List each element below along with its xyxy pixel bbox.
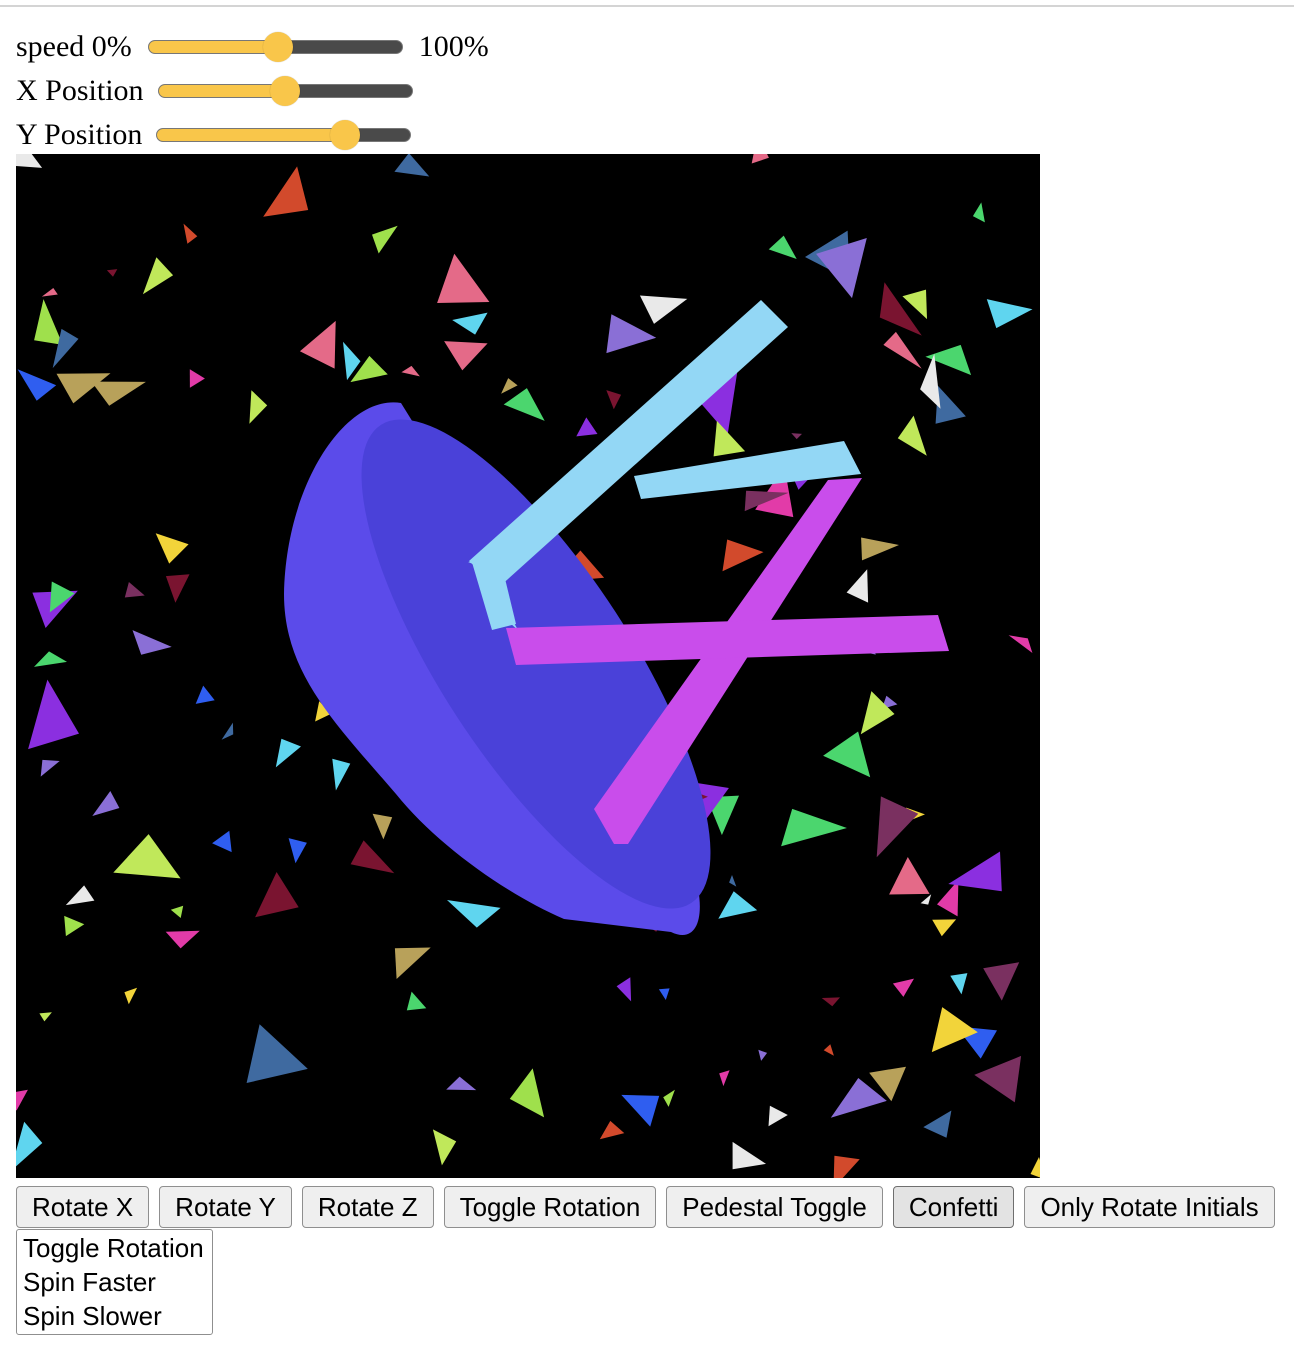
speed-slider-fill [148, 41, 278, 53]
pedestal-toggle-button[interactable]: Pedestal Toggle [666, 1186, 883, 1228]
speed-slider-thumb[interactable] [262, 32, 293, 62]
y-position-slider[interactable] [156, 120, 412, 150]
speed-label: speed 0% [16, 30, 132, 63]
top-divider [0, 5, 1294, 7]
listbox-option-spin-faster[interactable]: Spin Faster [23, 1266, 206, 1300]
y-position-slider-fill [157, 129, 345, 141]
webgl-canvas[interactable] [16, 154, 1040, 1178]
x-position-label: X Position [16, 74, 144, 107]
x-position-control: X Position [16, 71, 413, 111]
speed-control: speed 0% 100% [16, 27, 489, 67]
y-position-label: Y Position [16, 118, 143, 151]
toggle-rotation-button[interactable]: Toggle Rotation [443, 1186, 657, 1228]
x-position-slider-fill [158, 85, 286, 97]
confetti-button[interactable]: Confetti [892, 1186, 1015, 1228]
y-position-control: Y Position [16, 115, 412, 155]
x-position-slider[interactable] [157, 76, 413, 106]
x-position-slider-thumb[interactable] [270, 76, 301, 106]
action-listbox[interactable]: Toggle Rotation Spin Faster Spin Slower [16, 1229, 213, 1335]
rotate-x-button[interactable]: Rotate X [16, 1186, 150, 1228]
y-position-slider-thumb[interactable] [329, 120, 360, 150]
listbox-option-spin-slower[interactable]: Spin Slower [23, 1300, 206, 1334]
rotate-z-button[interactable]: Rotate Z [301, 1186, 434, 1228]
speed-max-label: 100% [418, 30, 489, 63]
rotate-y-button[interactable]: Rotate Y [159, 1186, 292, 1228]
listbox-option-toggle-rotation[interactable]: Toggle Rotation [23, 1232, 206, 1266]
speed-slider[interactable] [147, 32, 403, 62]
only-rotate-initials-button[interactable]: Only Rotate Initials [1024, 1186, 1275, 1228]
button-bar: Rotate X Rotate Y Rotate Z Toggle Rotati… [16, 1186, 1275, 1228]
